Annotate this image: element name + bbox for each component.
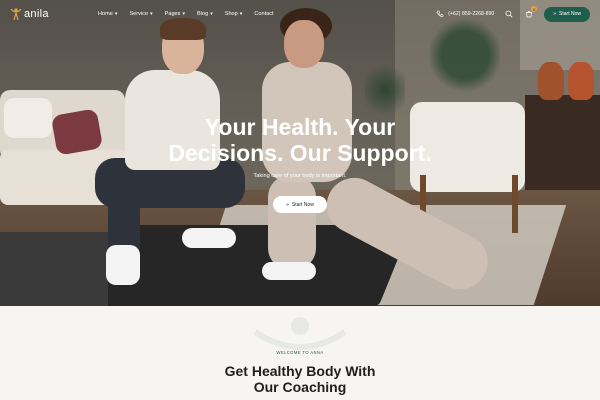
cart-icon[interactable]: 0: [524, 6, 538, 19]
logo-watermark-icon: [253, 317, 347, 350]
nav-service[interactable]: Service ▾: [129, 11, 152, 17]
double-arrow-icon: »: [286, 201, 289, 208]
nav-home[interactable]: Home ▾: [98, 11, 117, 17]
welcome-title: Get Healthy Body With Our Coaching: [224, 363, 376, 395]
hero-subtitle: Taking care of your body is important.: [253, 173, 347, 179]
chevron-down-icon: ▾: [210, 10, 213, 17]
phone-link[interactable]: (+62) 859-2268-890: [435, 9, 494, 19]
welcome-section: WELCOME TO ANNA Get Healthy Body With Ou…: [0, 306, 600, 400]
chevron-down-icon: ▾: [182, 10, 185, 17]
hero-section: anila Home ▾ Service ▾ Pages ▾ Blog ▾ Shop ▾ …: [0, 0, 600, 306]
chevron-down-icon: ▾: [239, 10, 243, 17]
welcome-eyebrow: WELCOME TO ANNA: [276, 350, 324, 355]
brand-logo[interactable]: anila: [10, 7, 49, 21]
main-menu: Home ▾ Service ▾ Pages ▾ Blog ▾ Shop ▾ Contac…: [98, 0, 274, 28]
hero-title: Your Health. Your Decisions. Our Support…: [168, 114, 432, 166]
start-now-hero-button[interactable]: » Start Now: [273, 196, 327, 213]
chevron-down-icon: ▾: [114, 10, 118, 17]
phone-number: (+62) 859-2268-890: [448, 11, 495, 17]
phone-icon: [435, 9, 445, 19]
nav-contact[interactable]: Contact: [254, 11, 273, 17]
nav-actions: (+62) 859-2268-890 0 » Start Now: [435, 0, 590, 28]
nav-pages[interactable]: Pages ▾: [165, 11, 185, 17]
start-now-nav-button[interactable]: » Start Now: [544, 6, 590, 22]
search-icon[interactable]: [504, 9, 514, 19]
top-navigation: anila Home ▾ Service ▾ Pages ▾ Blog ▾ Shop ▾ …: [0, 0, 600, 28]
nav-shop[interactable]: Shop ▾: [225, 11, 243, 17]
cart-count-badge: 0: [531, 6, 538, 12]
person-arms-up-logo-icon: [10, 7, 22, 21]
chevron-down-icon: ▾: [150, 10, 153, 17]
double-arrow-icon: »: [553, 11, 557, 17]
brand-name: anila: [24, 8, 49, 20]
nav-blog[interactable]: Blog ▾: [197, 11, 213, 17]
